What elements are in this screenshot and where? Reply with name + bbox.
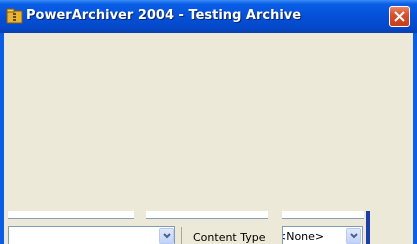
content-type-dropdown-button[interactable] bbox=[346, 228, 361, 244]
folder-combo[interactable] bbox=[8, 226, 175, 244]
window-frame-right bbox=[413, 33, 417, 244]
divider-line bbox=[8, 218, 134, 219]
divider-line bbox=[282, 218, 364, 219]
folder-combo-dropdown-button[interactable] bbox=[159, 228, 174, 244]
title-bar[interactable]: PowerArchiver 2004 - Testing Archive bbox=[0, 0, 417, 33]
window-title: PowerArchiver 2004 - Testing Archive bbox=[26, 8, 302, 23]
panel-separator bbox=[181, 227, 182, 244]
content-type-combo[interactable]: <None> bbox=[282, 226, 363, 244]
close-icon bbox=[394, 11, 405, 22]
close-button[interactable] bbox=[389, 6, 410, 27]
chevron-down-icon bbox=[163, 233, 171, 239]
content-type-combo-value: <None> bbox=[283, 230, 325, 243]
divider-line bbox=[146, 218, 268, 219]
app-window: PowerArchiver 2004 - Testing Archive Con… bbox=[0, 0, 417, 244]
content-type-label: Content Type bbox=[193, 231, 266, 244]
accent-bar bbox=[366, 211, 370, 244]
chevron-down-icon bbox=[350, 233, 358, 239]
archive-folder-icon[interactable] bbox=[6, 7, 23, 24]
